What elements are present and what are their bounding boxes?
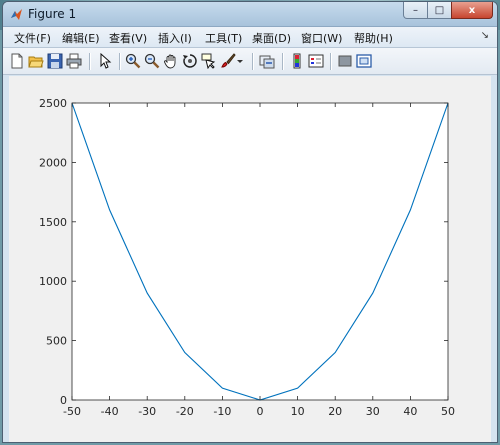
y-tick-label: 2500 <box>39 97 67 110</box>
title-bar[interactable]: Figure 1 – □ x <box>3 2 497 27</box>
menu-insert[interactable]: 插入(I) <box>158 30 192 46</box>
y-tick-label: 500 <box>46 335 67 348</box>
show-plot-tools-icon <box>356 54 372 68</box>
y-tick-label: 0 <box>60 394 67 407</box>
menu-file[interactable]: 文件(F) <box>14 30 51 46</box>
zoom-out-icon <box>144 53 160 69</box>
x-tick-label: -30 <box>138 405 156 418</box>
x-tick-label: 50 <box>441 405 455 418</box>
toolbar-separator <box>119 53 121 70</box>
brush-icon <box>221 53 236 68</box>
y-tick-label: 1000 <box>39 275 67 288</box>
colorbar-button[interactable] <box>288 52 306 70</box>
menu-tools[interactable]: 工具(T) <box>205 30 242 46</box>
brush-dropdown[interactable] <box>235 52 245 70</box>
menu-help[interactable]: 帮助(H) <box>354 30 393 46</box>
link-plot-icon <box>259 55 275 69</box>
menu-bar: 文件(F) 编辑(E) 查看(V) 插入(I) 工具(T) 桌面(D) 窗口(W… <box>3 27 497 48</box>
x-tick-label: 40 <box>403 405 417 418</box>
chevron-down-icon <box>237 60 243 63</box>
rotate-3d-icon <box>183 54 197 68</box>
toolbar-separator <box>282 53 284 70</box>
menu-view[interactable]: 查看(V) <box>109 30 147 46</box>
hide-plot-tools-button[interactable] <box>336 52 354 70</box>
x-tick-label: -10 <box>213 405 231 418</box>
matlab-app-icon <box>11 9 22 20</box>
maximize-button[interactable]: □ <box>427 2 452 19</box>
menu-overflow-arrow[interactable]: ↘ <box>481 30 489 41</box>
print-icon <box>66 53 82 69</box>
open-file-icon <box>28 56 44 68</box>
toolbar-separator <box>330 53 332 70</box>
plot-axes-svg[interactable]: -50 -40 -30 -20 -10 0 10 20 30 40 5005001000150020… <box>9 76 491 442</box>
legend-icon <box>308 54 324 68</box>
link-plot-button[interactable] <box>258 52 276 70</box>
save-button[interactable] <box>46 52 64 70</box>
zoom-in-button[interactable] <box>124 52 142 70</box>
data-cursor-button[interactable] <box>200 52 218 70</box>
new-figure-button[interactable] <box>8 52 26 70</box>
x-tick-label: 0 <box>257 405 264 418</box>
toolbar-separator <box>89 53 91 70</box>
save-icon <box>47 53 63 69</box>
zoom-out-button[interactable] <box>143 52 161 70</box>
rotate-3d-button[interactable] <box>181 52 199 70</box>
figure-window: Figure 1 – □ x 文件(F) 编辑(E) 查看(V) 插入(I) 工… <box>2 1 498 443</box>
y-tick-label: 2000 <box>39 156 67 169</box>
toolbar-separator <box>252 53 254 70</box>
minimize-button[interactable]: – <box>403 2 428 19</box>
new-figure-icon <box>11 53 23 69</box>
x-tick-label: 30 <box>366 405 380 418</box>
close-button[interactable]: x <box>451 2 493 19</box>
y-tick-label: 1500 <box>39 216 67 229</box>
print-button[interactable] <box>65 52 83 70</box>
colorbar-icon <box>293 53 301 69</box>
window-title: Figure 1 <box>28 7 77 21</box>
edit-plot-arrow-icon <box>100 53 112 69</box>
zoom-in-icon <box>125 53 141 69</box>
figure-canvas[interactable]: -50 -40 -30 -20 -10 0 10 20 30 40 50 0 500 1000 1500 20… <box>9 76 491 442</box>
hide-plot-tools-icon <box>338 55 352 67</box>
menu-window[interactable]: 窗口(W) <box>301 30 342 46</box>
x-tick-label: 10 <box>291 405 305 418</box>
pan-hand-icon <box>164 54 176 69</box>
x-tick-label: 20 <box>328 405 342 418</box>
figure-toolbar <box>3 48 497 75</box>
window-controls: – □ x <box>403 2 493 21</box>
pan-button[interactable] <box>162 52 180 70</box>
show-plot-tools-button[interactable] <box>355 52 373 70</box>
data-cursor-icon <box>201 53 216 69</box>
x-tick-label: -20 <box>176 405 194 418</box>
edit-plot-button[interactable] <box>96 52 114 70</box>
menu-edit[interactable]: 编辑(E) <box>62 30 100 46</box>
menu-desktop[interactable]: 桌面(D) <box>252 30 291 46</box>
open-file-button[interactable] <box>27 52 45 70</box>
legend-button[interactable] <box>307 52 325 70</box>
x-tick-label: -40 <box>101 405 119 418</box>
